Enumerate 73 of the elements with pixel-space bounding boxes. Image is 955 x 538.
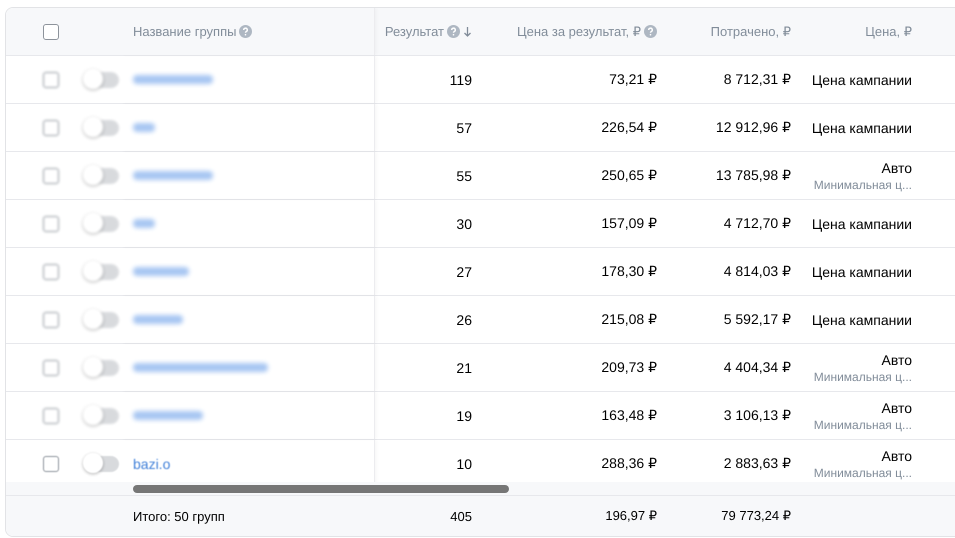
cost-per-result: 226,54 ₽ — [601, 119, 657, 136]
blurred-link[interactable] — [133, 219, 155, 228]
result-value: 10 — [456, 456, 472, 472]
help-icon[interactable] — [447, 25, 460, 38]
blurred-link[interactable] — [133, 315, 183, 324]
row-checkbox[interactable] — [43, 312, 59, 328]
sort-down-icon[interactable] — [463, 26, 472, 38]
cost-per-result: 215,08 ₽ — [601, 311, 657, 328]
spent-value: 13 785,98 ₽ — [716, 167, 791, 184]
result-value: 26 — [456, 312, 472, 328]
total-spent: 79 773,24 ₽ — [721, 508, 791, 524]
spent-value: 12 912,96 ₽ — [716, 119, 791, 136]
cost-per-result: 250,65 ₽ — [601, 167, 657, 184]
total-label: Итого: 50 групп — [133, 508, 225, 524]
result-value: 55 — [456, 168, 472, 184]
column-header[interactable]: Цена за результат, ₽ — [517, 24, 657, 40]
row-checkbox[interactable] — [43, 168, 59, 184]
total-result: 405 — [450, 508, 472, 524]
column-header[interactable]: Результат — [384, 24, 472, 39]
column-header[interactable]: Цена, ₽ — [865, 24, 912, 40]
result-value: 30 — [456, 216, 472, 232]
row-checkbox[interactable] — [43, 72, 59, 88]
price-value: Цена кампании — [812, 312, 912, 328]
cost-per-result: 73,21 ₽ — [609, 71, 657, 88]
row-checkbox[interactable] — [43, 360, 59, 376]
cost-per-result: 178,30 ₽ — [601, 263, 657, 280]
price-value: Авто — [881, 160, 912, 176]
help-icon[interactable] — [644, 25, 657, 38]
blurred-link[interactable] — [133, 171, 213, 180]
cost-per-result: 288,36 ₽ — [601, 455, 657, 472]
blurred-link[interactable] — [133, 267, 189, 276]
spent-value: 4 814,03 ₽ — [724, 263, 791, 280]
spent-value: 8 712,31 ₽ — [724, 71, 791, 88]
cost-per-result: 163,48 ₽ — [601, 407, 657, 424]
result-value: 21 — [456, 360, 472, 376]
price-value: Авто — [881, 448, 912, 464]
spent-value: 4 404,34 ₽ — [724, 359, 791, 376]
blurred-link[interactable] — [133, 363, 268, 372]
cost-per-result: 157,09 ₽ — [601, 215, 657, 232]
help-icon[interactable] — [239, 25, 252, 38]
group-link[interactable]: bazi.o — [133, 456, 170, 472]
row-checkbox[interactable] — [43, 216, 59, 232]
row-checkbox[interactable] — [43, 264, 59, 280]
price-note: Минимальная ц... — [814, 178, 912, 192]
result-value: 119 — [450, 72, 472, 88]
result-value: 19 — [456, 408, 472, 424]
price-note: Минимальная ц... — [814, 466, 912, 480]
scrollbar-thumb[interactable] — [133, 484, 509, 492]
row-checkbox[interactable] — [43, 120, 59, 136]
blurred-link[interactable] — [133, 75, 213, 84]
total-cost-per-result: 196,97 ₽ — [605, 508, 657, 524]
cost-per-result: 209,73 ₽ — [601, 359, 657, 376]
spent-value: 5 592,17 ₽ — [724, 311, 791, 328]
column-header[interactable]: Потрачено, ₽ — [710, 24, 791, 40]
row-checkbox[interactable] — [43, 408, 59, 424]
price-note: Минимальная ц... — [814, 418, 912, 432]
spent-value: 3 106,13 ₽ — [724, 407, 791, 424]
column-header[interactable]: Название группы — [133, 24, 252, 39]
row-checkbox[interactable] — [43, 456, 59, 472]
blurred-link[interactable] — [133, 123, 155, 132]
result-value: 57 — [456, 120, 472, 136]
spent-value: 4 712,70 ₽ — [724, 215, 791, 232]
price-note: Минимальная ц... — [814, 370, 912, 384]
result-value: 27 — [456, 264, 472, 280]
price-value: Цена кампании — [812, 264, 912, 280]
price-value: Авто — [881, 352, 912, 368]
spent-value: 2 883,63 ₽ — [724, 455, 791, 472]
price-value: Авто — [881, 400, 912, 416]
select-all-checkbox[interactable] — [43, 24, 59, 40]
blurred-link[interactable] — [133, 411, 203, 420]
price-value: Цена кампании — [812, 120, 912, 136]
price-value: Цена кампании — [812, 72, 912, 88]
price-value: Цена кампании — [812, 216, 912, 232]
